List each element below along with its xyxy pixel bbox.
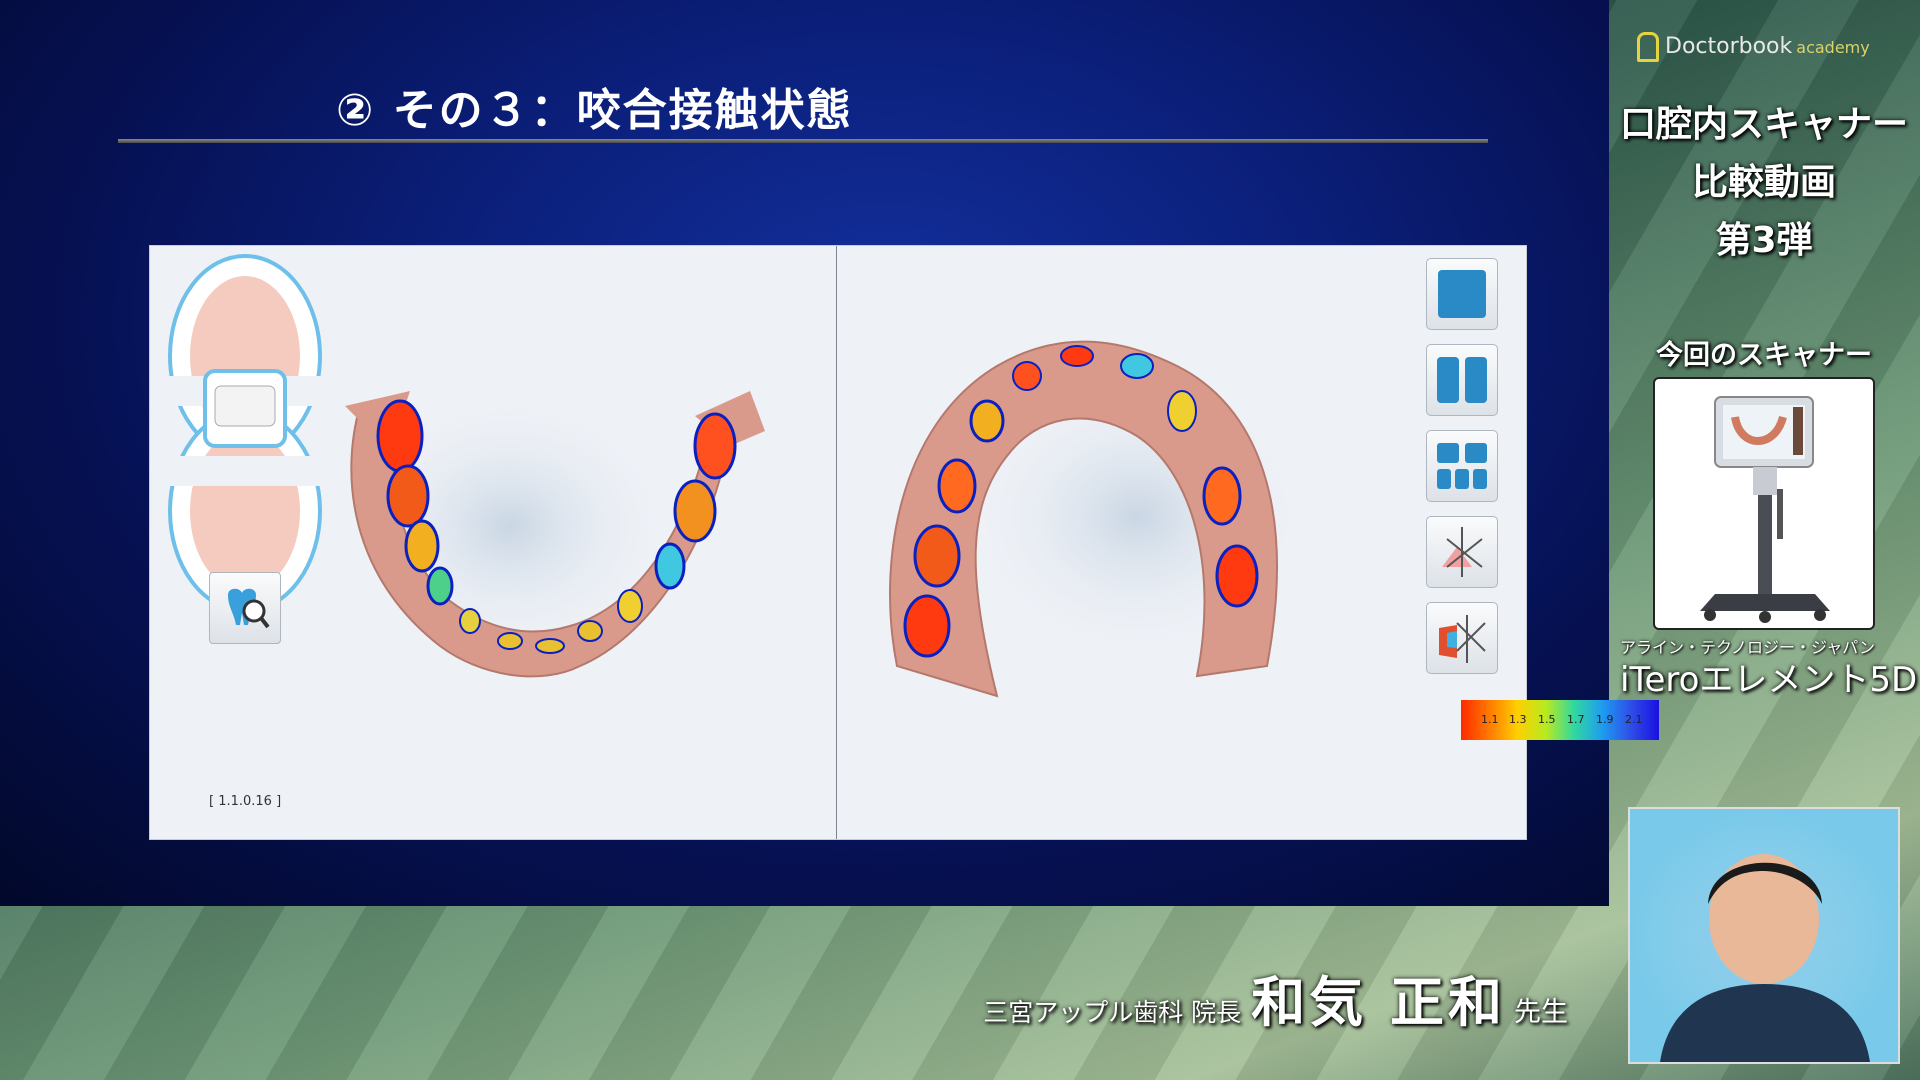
- dual-view-button[interactable]: [1426, 344, 1498, 416]
- product-name: iTeroエレメント5D: [1620, 660, 1918, 700]
- presenter-affiliation: 三宮アップル歯科 院長: [983, 998, 1242, 1027]
- legend-value: 1.1: [1481, 713, 1499, 726]
- occlusogram-icon: [1439, 615, 1486, 663]
- doctorbook-logo: Doctorbook academy: [1637, 32, 1870, 62]
- legend-value: 1.3: [1509, 713, 1527, 726]
- legend-value: 2.1: [1625, 713, 1643, 726]
- itero-scanner-icon: [1700, 396, 1830, 623]
- legend-value: 1.7: [1567, 713, 1585, 726]
- series-title-line: 比較動画: [1691, 162, 1836, 203]
- left-pane: [ 1.1.0.16 ]: [150, 246, 836, 839]
- presenter-webcam: [1628, 807, 1900, 1064]
- scanner-product-image: [1653, 377, 1875, 630]
- logo-sub: academy: [1796, 38, 1870, 57]
- slide-title: ② その３：咬合接触状態: [336, 85, 853, 136]
- legend-value: 1.9: [1596, 713, 1614, 726]
- right-pane: 1.1 1.3 1.5 1.7 1.9 2.1: [837, 246, 1659, 839]
- series-title-line: 第3弾: [1715, 220, 1813, 261]
- bite-analysis-icon: [1442, 527, 1483, 577]
- series-title-line: 口腔内スキャナー: [1619, 104, 1908, 145]
- logo-mark-icon: [1637, 32, 1659, 62]
- presentation-slide: ② その３：咬合接触状態 [1.1.0.16] 1.1 1.3 1.5 1.…: [0, 0, 1659, 906]
- distance-color-legend: 1.1 1.3 1.5 1.7 1.9 2.1: [1461, 700, 1659, 740]
- bite-analysis-button[interactable]: [1426, 516, 1498, 588]
- upper-arch-scan: [889, 340, 1307, 698]
- scanner-heading: 今回のスキャナー: [1656, 340, 1872, 371]
- logo-text: Doctorbook: [1665, 34, 1793, 59]
- presenter-caption: 三宮アップル歯科 院長 和気 正和 先生: [983, 958, 1568, 1037]
- title-divider: [118, 139, 1488, 143]
- presenter-name: 和気 正和: [1251, 971, 1506, 1034]
- dual-view-icon: [1437, 357, 1487, 403]
- quad-view-icon: [1437, 443, 1487, 489]
- quad-view-button[interactable]: [1426, 430, 1498, 502]
- arch-selector-icon[interactable]: [165, 254, 325, 613]
- version-label: [ 1.1.0.16 ]: [209, 794, 282, 809]
- occlusogram-button[interactable]: [1426, 602, 1498, 674]
- single-view-icon: [1438, 270, 1486, 318]
- zoom-tooth-button[interactable]: [209, 572, 281, 644]
- presenter-honorific: 先生: [1514, 997, 1568, 1028]
- legend-value: 1.5: [1538, 713, 1556, 726]
- scan-viewer: [ 1.1.0.16 ] 1.1 1.3 1.5 1.7 1.9 2.1: [149, 245, 1659, 840]
- video-series-title: 口腔内スキャナー 比較動画 第3弾: [1614, 96, 1914, 270]
- single-view-button[interactable]: [1426, 258, 1498, 330]
- lower-arch-scan: [165, 254, 765, 678]
- presenter-video: [1630, 809, 1898, 1062]
- tooth-magnifier-icon: [228, 588, 270, 629]
